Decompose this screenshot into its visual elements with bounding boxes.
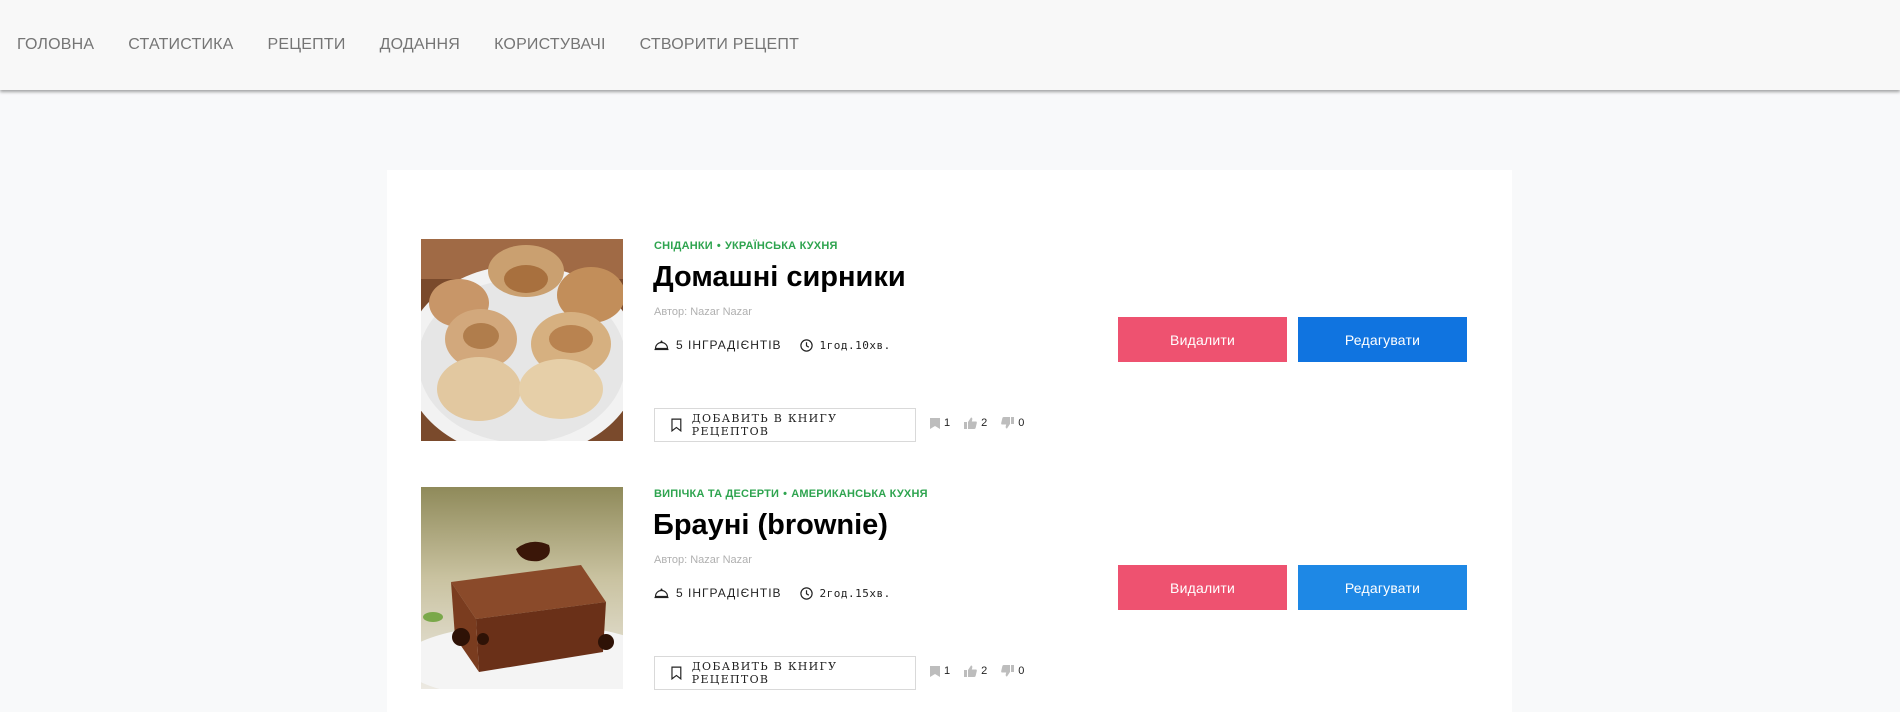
recipe-photo-syrnyky[interactable] [421,239,623,441]
add-to-recipe-book-button[interactable]: Добавить в книгу рецептов [654,656,916,690]
recipe-category[interactable]: Випічка та десерти [654,488,779,500]
ingredients-count: 5 інградієнтів [676,338,782,352]
saves-stat[interactable]: 1 [930,665,950,677]
thumbs-down-icon [1001,417,1015,429]
nav-item-additions[interactable]: Додання [380,36,461,54]
likes-stat[interactable]: 2 [964,665,987,677]
likes-count: 2 [981,665,988,677]
dish-cloche-icon [654,588,669,599]
dish-cloche-icon [654,340,669,351]
saves-stat[interactable]: 1 [930,417,950,429]
nav-item-users[interactable]: Користувачі [494,36,606,54]
likes-stat[interactable]: 2 [964,417,987,429]
recipe-category[interactable]: Сніданки [654,240,713,252]
saves-count: 1 [944,417,951,429]
recipes-panel: Сніданки • Українська кухня Домашні сирник… [387,170,1512,712]
bookmark-icon [930,417,940,429]
top-navbar: Головна Статистика Рецепти Додання Корис… [0,0,1900,90]
likes-count: 2 [981,417,988,429]
recipe-stats: 1 2 0 [930,665,1038,677]
recipe-card: Сніданки • Українська кухня Домашні сирник… [387,239,1512,442]
clock-icon [799,338,813,352]
recipe-title[interactable]: Брауні (brownie) [653,509,888,542]
cooking-time: 2год.15хв. [819,586,891,600]
ingredients-count: 5 інградієнтів [676,586,782,600]
bookmark-icon [930,665,940,677]
recipe-title[interactable]: Домашні сирники [653,261,906,294]
saves-count: 1 [944,665,951,677]
recipe-cuisine[interactable]: Американська кухня [791,488,927,500]
dislikes-count: 0 [1018,665,1025,677]
dislikes-stat[interactable]: 0 [1001,665,1024,677]
nav-item-create-recipe[interactable]: Створити рецепт [640,36,799,54]
thumbs-down-icon [1001,665,1015,677]
thumbs-up-icon [964,417,977,429]
recipe-author: Автор: Nazar Nazar [654,554,752,566]
recipe-meta: 5 інградієнтів 2год.15хв. [654,586,891,600]
nav-item-statistics[interactable]: Статистика [128,36,233,54]
thumbs-up-icon [964,665,977,677]
recipe-card: Випічка та десерти • Американська кухня Бр… [387,487,1512,690]
clock-icon [799,586,813,600]
recipe-meta: 5 інградієнтів 1год.10хв. [654,338,891,352]
delete-button[interactable]: Видалити [1118,317,1287,362]
recipe-cuisine[interactable]: Українська кухня [725,240,838,252]
recipe-tags: Випічка та десерти • Американська кухня [654,488,928,500]
add-to-recipe-book-button[interactable]: Добавить в книгу рецептов [654,408,916,442]
recipe-tags: Сніданки • Українська кухня [654,240,838,252]
edit-button[interactable]: Редагувати [1298,317,1467,362]
bookmark-icon [671,666,682,680]
recipe-photo-brownie[interactable] [421,487,623,689]
nav-item-recipes[interactable]: Рецепти [268,36,346,54]
nav-item-home[interactable]: Головна [17,36,94,54]
dislikes-count: 0 [1018,417,1025,429]
bookmark-icon [671,418,682,432]
recipe-stats: 1 2 0 [930,417,1038,429]
dislikes-stat[interactable]: 0 [1001,417,1024,429]
cooking-time: 1год.10хв. [819,338,891,352]
add-to-recipe-book-label: Добавить в книгу рецептов [691,660,838,686]
add-to-recipe-book-label: Добавить в книгу рецептов [691,412,838,438]
recipe-author: Автор: Nazar Nazar [654,306,752,318]
edit-button[interactable]: Редагувати [1298,565,1467,610]
delete-button[interactable]: Видалити [1118,565,1287,610]
